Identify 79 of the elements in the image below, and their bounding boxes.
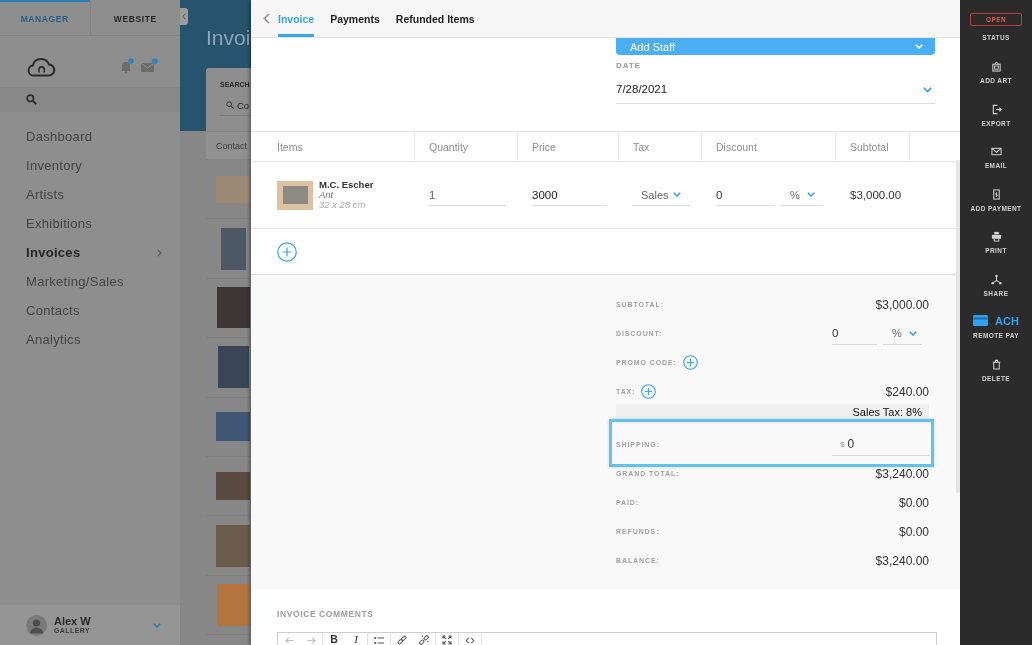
chevron-left-icon <box>182 13 186 20</box>
plus-circle-icon[interactable] <box>682 355 698 370</box>
total-value: $0.00 <box>898 524 929 539</box>
chevron-left-icon[interactable] <box>263 13 270 24</box>
discount-field[interactable]: 0 <box>832 322 877 345</box>
subtotal-value: $3,000.00 <box>850 189 902 201</box>
artwork-thumbnail <box>216 175 250 203</box>
total-value: $3,240.00 <box>875 466 929 481</box>
trash-icon <box>990 359 1002 371</box>
artwork-title: Ant <box>319 190 335 200</box>
italic-button[interactable]: I <box>345 633 367 645</box>
artist-name: M.C. Escher <box>319 180 374 190</box>
collapse-tab[interactable] <box>180 8 188 25</box>
code-icon[interactable] <box>465 635 475 645</box>
artwork-thumbnail <box>216 472 250 501</box>
envelope-icon <box>990 146 1002 158</box>
user-name: Alex W <box>54 615 92 627</box>
column-header: Tax <box>619 132 702 161</box>
artwork-thumbnail <box>216 287 250 329</box>
search-icon <box>26 94 37 105</box>
total-value: $3,000.00 <box>875 297 929 312</box>
caret-down-icon <box>923 87 932 93</box>
export-icon <box>990 103 1002 115</box>
unlink-icon[interactable] <box>419 635 429 645</box>
tax-note: Sales Tax: 8% <box>616 404 929 424</box>
artwork-thumbnail <box>216 524 250 567</box>
bell-icon[interactable] <box>119 57 134 74</box>
artwork-thumbnail <box>217 346 249 389</box>
caret-down-icon <box>909 330 917 336</box>
plus-circle-icon[interactable] <box>641 384 657 399</box>
share-icon <box>990 273 1002 285</box>
tab[interactable]: Refunded Items <box>395 0 475 37</box>
date-field[interactable]: 7/28/2021 <box>616 80 935 104</box>
payment-method-label: ACH <box>995 314 1019 327</box>
column-header: Items <box>251 132 415 161</box>
caret-down-icon[interactable] <box>153 622 161 628</box>
caret-down-icon <box>807 192 815 197</box>
link-icon[interactable] <box>397 635 407 645</box>
search-icon <box>226 101 234 109</box>
nav-item[interactable]: Invoices <box>0 238 180 267</box>
artwork-thumbnail <box>217 583 249 626</box>
printer-icon <box>990 231 1002 243</box>
artwork-thumbnail <box>216 412 250 442</box>
total-value: $0.00 <box>898 495 929 510</box>
frame-icon <box>990 61 1002 72</box>
artwork-thumbnail <box>277 180 313 210</box>
total-value: $240.00 <box>885 384 929 399</box>
page-title: Invoi <box>206 26 251 50</box>
tab[interactable]: Payments <box>330 0 380 37</box>
shipping-field[interactable]: $ 0 <box>832 433 929 456</box>
currency-prefix: $ <box>840 439 845 449</box>
scrollbar[interactable] <box>956 160 960 493</box>
comments-label: INVOICE COMMENTS <box>277 609 375 619</box>
mail-icon[interactable] <box>140 58 158 73</box>
search-field[interactable] <box>0 87 180 112</box>
date-label: DATE <box>616 61 643 70</box>
tax-select[interactable]: Sales <box>632 184 690 206</box>
discount-unit-select[interactable]: % <box>883 322 922 345</box>
column-header: Price <box>518 132 619 161</box>
artwork-thumbnail <box>220 227 246 270</box>
card-icon <box>973 315 989 327</box>
discount-field[interactable]: 0 <box>716 184 775 206</box>
column-header: Subtotal <box>836 132 910 161</box>
quantity-field[interactable]: 1 <box>429 184 506 206</box>
column-header: Contact <box>206 131 251 160</box>
price-field[interactable]: 3000 <box>532 184 607 206</box>
fullscreen-icon[interactable] <box>442 635 452 645</box>
avatar-icon <box>26 614 47 636</box>
bold-button[interactable]: B <box>323 633 345 645</box>
discount-unit-select[interactable]: % <box>780 184 823 206</box>
artwork-size: 32 x 28 cm <box>319 200 367 210</box>
column-header: Discount <box>702 132 836 161</box>
plus-circle-icon[interactable] <box>277 241 297 262</box>
caret-down-icon <box>673 192 681 197</box>
caret-down-icon <box>915 44 923 49</box>
column-header: Quantity <box>415 132 518 161</box>
bullet-list-icon[interactable] <box>374 635 384 645</box>
total-value: $3,240.00 <box>875 553 929 568</box>
payment-icon <box>990 188 1002 200</box>
